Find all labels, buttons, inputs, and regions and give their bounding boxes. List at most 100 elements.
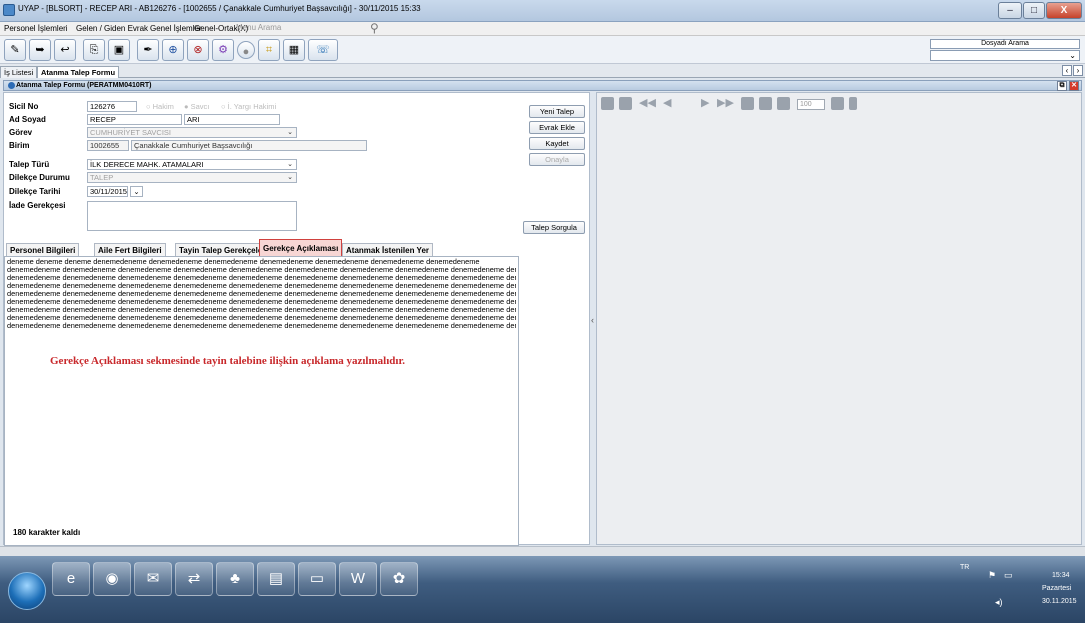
- prev-page-icon[interactable]: ◀: [663, 97, 676, 110]
- menu-bar: Personel İşlemleri Gelen / Giden Evrak G…: [0, 21, 1085, 36]
- language-indicator[interactable]: TR: [960, 564, 969, 571]
- pen-icon[interactable]: ✒: [137, 39, 159, 61]
- print-doc-icon[interactable]: [831, 97, 844, 110]
- form-close-icon[interactable]: ✕: [1069, 81, 1079, 91]
- word-icon[interactable]: W: [339, 562, 377, 596]
- date-picker-icon[interactable]: ⌄: [130, 186, 143, 197]
- text-line: denemedeneme denemedeneme denemedeneme d…: [7, 282, 516, 290]
- tab-atanma-talep-formu[interactable]: Atanma Talep Formu: [37, 66, 120, 78]
- grid-icon[interactable]: [777, 97, 790, 110]
- document-viewer: ◀◀ ◀ ▶ ▶▶ 100: [596, 92, 1082, 545]
- menu-personel[interactable]: Personel İşlemleri: [4, 24, 68, 33]
- text-line: denemedeneme denemedeneme denemedeneme d…: [7, 274, 516, 282]
- forward-icon[interactable]: ➥: [29, 39, 51, 61]
- title-bar: UYAP - [BLSORT] - RECEP ARI - AB126276 -…: [0, 0, 1085, 22]
- tab-prev-icon[interactable]: ‹: [1062, 65, 1072, 76]
- ad-field[interactable]: RECEP: [87, 114, 182, 125]
- dilekce-tarihi-field[interactable]: 30/11/2015: [87, 186, 128, 197]
- start-button[interactable]: [8, 572, 46, 610]
- folder-icon[interactable]: ▭: [298, 562, 336, 596]
- copy-icon[interactable]: ⎘: [83, 39, 105, 61]
- subtab-aile-fert[interactable]: Aile Fert Bilgileri: [94, 243, 166, 257]
- talep-sorgula-button[interactable]: Talep Sorgula: [523, 221, 585, 234]
- gerekce-textarea[interactable]: deneme deneme deneme denemedeneme deneme…: [4, 256, 519, 546]
- tab-bar: İş Listesi Atanma Talep Formu ‹ ›: [0, 64, 1085, 78]
- close-button[interactable]: X: [1046, 2, 1082, 19]
- viewer-toolbar: ◀◀ ◀ ▶ ▶▶ 100: [597, 93, 1081, 115]
- maximize-button[interactable]: □: [1023, 2, 1045, 19]
- kaydet-button[interactable]: Kaydet: [529, 137, 585, 150]
- record-icon[interactable]: ●: [237, 41, 255, 59]
- save-icon[interactable]: [601, 97, 614, 110]
- calc-icon[interactable]: ▦: [283, 39, 305, 61]
- clock-time[interactable]: 15:34: [1052, 572, 1070, 579]
- user-icon[interactable]: [849, 97, 857, 110]
- next-page-icon[interactable]: ▶: [701, 97, 714, 110]
- flag-icon[interactable]: ⚑: [988, 570, 996, 581]
- print-icon[interactable]: [619, 97, 632, 110]
- dilekce-durumu-label: Dilekçe Durumu: [9, 173, 70, 182]
- toolbar: ✎ ➥ ↩ ⎘ ▣ ✒ ⊕ ⊗ ⚙ ● ⌗ ▦ ☏ Dosyadı Arama …: [0, 36, 1085, 64]
- help-icon[interactable]: ☏: [308, 39, 338, 61]
- annotation-text: Gerekçe Açıklaması sekmesinde tayin tale…: [50, 355, 406, 367]
- dilekce-tarihi-label: Dilekçe Tarihi: [9, 187, 61, 196]
- tab-is-listesi[interactable]: İş Listesi: [0, 66, 38, 78]
- refresh-icon[interactable]: [741, 97, 754, 110]
- subtab-tayin-talep-gerekceleri[interactable]: Tayin Talep Gerekçeleri: [175, 243, 272, 257]
- document-app-icon[interactable]: ▤: [257, 562, 295, 596]
- text-line: denemedeneme denemedeneme denemedeneme d…: [7, 290, 516, 298]
- tab-next-icon[interactable]: ›: [1073, 65, 1083, 76]
- fit-icon[interactable]: [759, 97, 772, 110]
- adsoyad-label: Ad Soyad: [9, 115, 46, 124]
- talep-turu-select[interactable]: İLK DERECE MAHK. ATAMALARI ⌄: [87, 159, 297, 170]
- search-icon[interactable]: ⚲: [370, 21, 379, 35]
- settings-icon[interactable]: ⚙: [212, 39, 234, 61]
- outlook-icon[interactable]: ✉: [134, 562, 172, 596]
- first-page-icon[interactable]: ◀◀: [639, 97, 656, 110]
- radio-savci[interactable]: ● Savcı: [184, 102, 209, 111]
- chevron-down-icon: ⌄: [287, 161, 293, 168]
- menu-search-input[interactable]: Menu Arama: [234, 23, 374, 35]
- reply-icon[interactable]: ↩: [54, 39, 76, 61]
- radio-hakim[interactable]: ○ Hakim: [146, 102, 174, 111]
- yeni-talep-button[interactable]: Yeni Talep: [529, 105, 585, 118]
- doc-search-field[interactable]: Dosyadı Arama: [930, 39, 1080, 49]
- last-page-icon[interactable]: ▶▶: [717, 97, 734, 110]
- volume-icon[interactable]: ◂): [995, 597, 1003, 608]
- remove-doc-icon[interactable]: ⊗: [187, 39, 209, 61]
- network-icon[interactable]: ▭: [1004, 570, 1013, 581]
- ie-icon[interactable]: e: [52, 562, 90, 596]
- subtab-personel-bilgileri[interactable]: Personel Bilgileri: [6, 243, 80, 257]
- people-icon[interactable]: ♣: [216, 562, 254, 596]
- system-tray: TR ⚑ ▭ 15:34 Pazartesi 30.11.2015 ◂): [950, 556, 1085, 623]
- soyad-field[interactable]: ARI: [184, 114, 280, 125]
- network-app-icon[interactable]: ⇄: [175, 562, 213, 596]
- restore-icon[interactable]: ⧉: [1057, 81, 1067, 91]
- edit-icon[interactable]: ✎: [4, 39, 26, 61]
- chevron-down-icon: ⌄: [287, 129, 293, 136]
- iade-gerekcesi-field[interactable]: [87, 201, 297, 231]
- subtab-atanmak-istenilen-yer[interactable]: Atanmak İstenilen Yer: [342, 243, 433, 257]
- paint-icon[interactable]: ✿: [380, 562, 418, 596]
- evrak-ekle-button[interactable]: Evrak Ekle: [529, 121, 585, 134]
- add-doc-icon[interactable]: ⊕: [162, 39, 184, 61]
- tools-icon[interactable]: ⌗: [258, 39, 280, 61]
- birim-ad-field[interactable]: Çanakkale Cumhuriyet Başsavcılığı: [131, 140, 367, 151]
- dilekce-durumu-select[interactable]: TALEP ⌄: [87, 172, 297, 183]
- menu-evrak[interactable]: Gelen / Giden Evrak: [76, 24, 148, 33]
- birim-kod-field[interactable]: 1002655: [87, 140, 129, 151]
- splitter-chevron-icon[interactable]: ‹: [591, 315, 594, 325]
- radio-yargi-hakimi[interactable]: ○ İ. Yargı Hakimi: [221, 102, 276, 111]
- subtab-gerekce-aciklamasi[interactable]: Gerekçe Açıklaması: [259, 239, 343, 257]
- sicil-field[interactable]: 126276: [87, 101, 137, 112]
- form-title: Atanma Talep Formu (PERATMM0410RT): [16, 82, 152, 89]
- gorev-select[interactable]: CUMHURİYET SAVCISI ⌄: [87, 127, 297, 138]
- zoom-field[interactable]: 100: [797, 99, 825, 110]
- char-count: 180 karakter kaldı: [13, 528, 81, 537]
- archive-icon[interactable]: ▣: [108, 39, 130, 61]
- chrome-icon[interactable]: ◉: [93, 562, 131, 596]
- form-header: Atanma Talep Formu (PERATMM0410RT) ⧉ ✕: [3, 80, 1082, 91]
- minimize-button[interactable]: –: [998, 2, 1022, 19]
- onayla-button[interactable]: Onayla: [529, 153, 585, 166]
- doc-search-select[interactable]: ⌄: [930, 50, 1080, 61]
